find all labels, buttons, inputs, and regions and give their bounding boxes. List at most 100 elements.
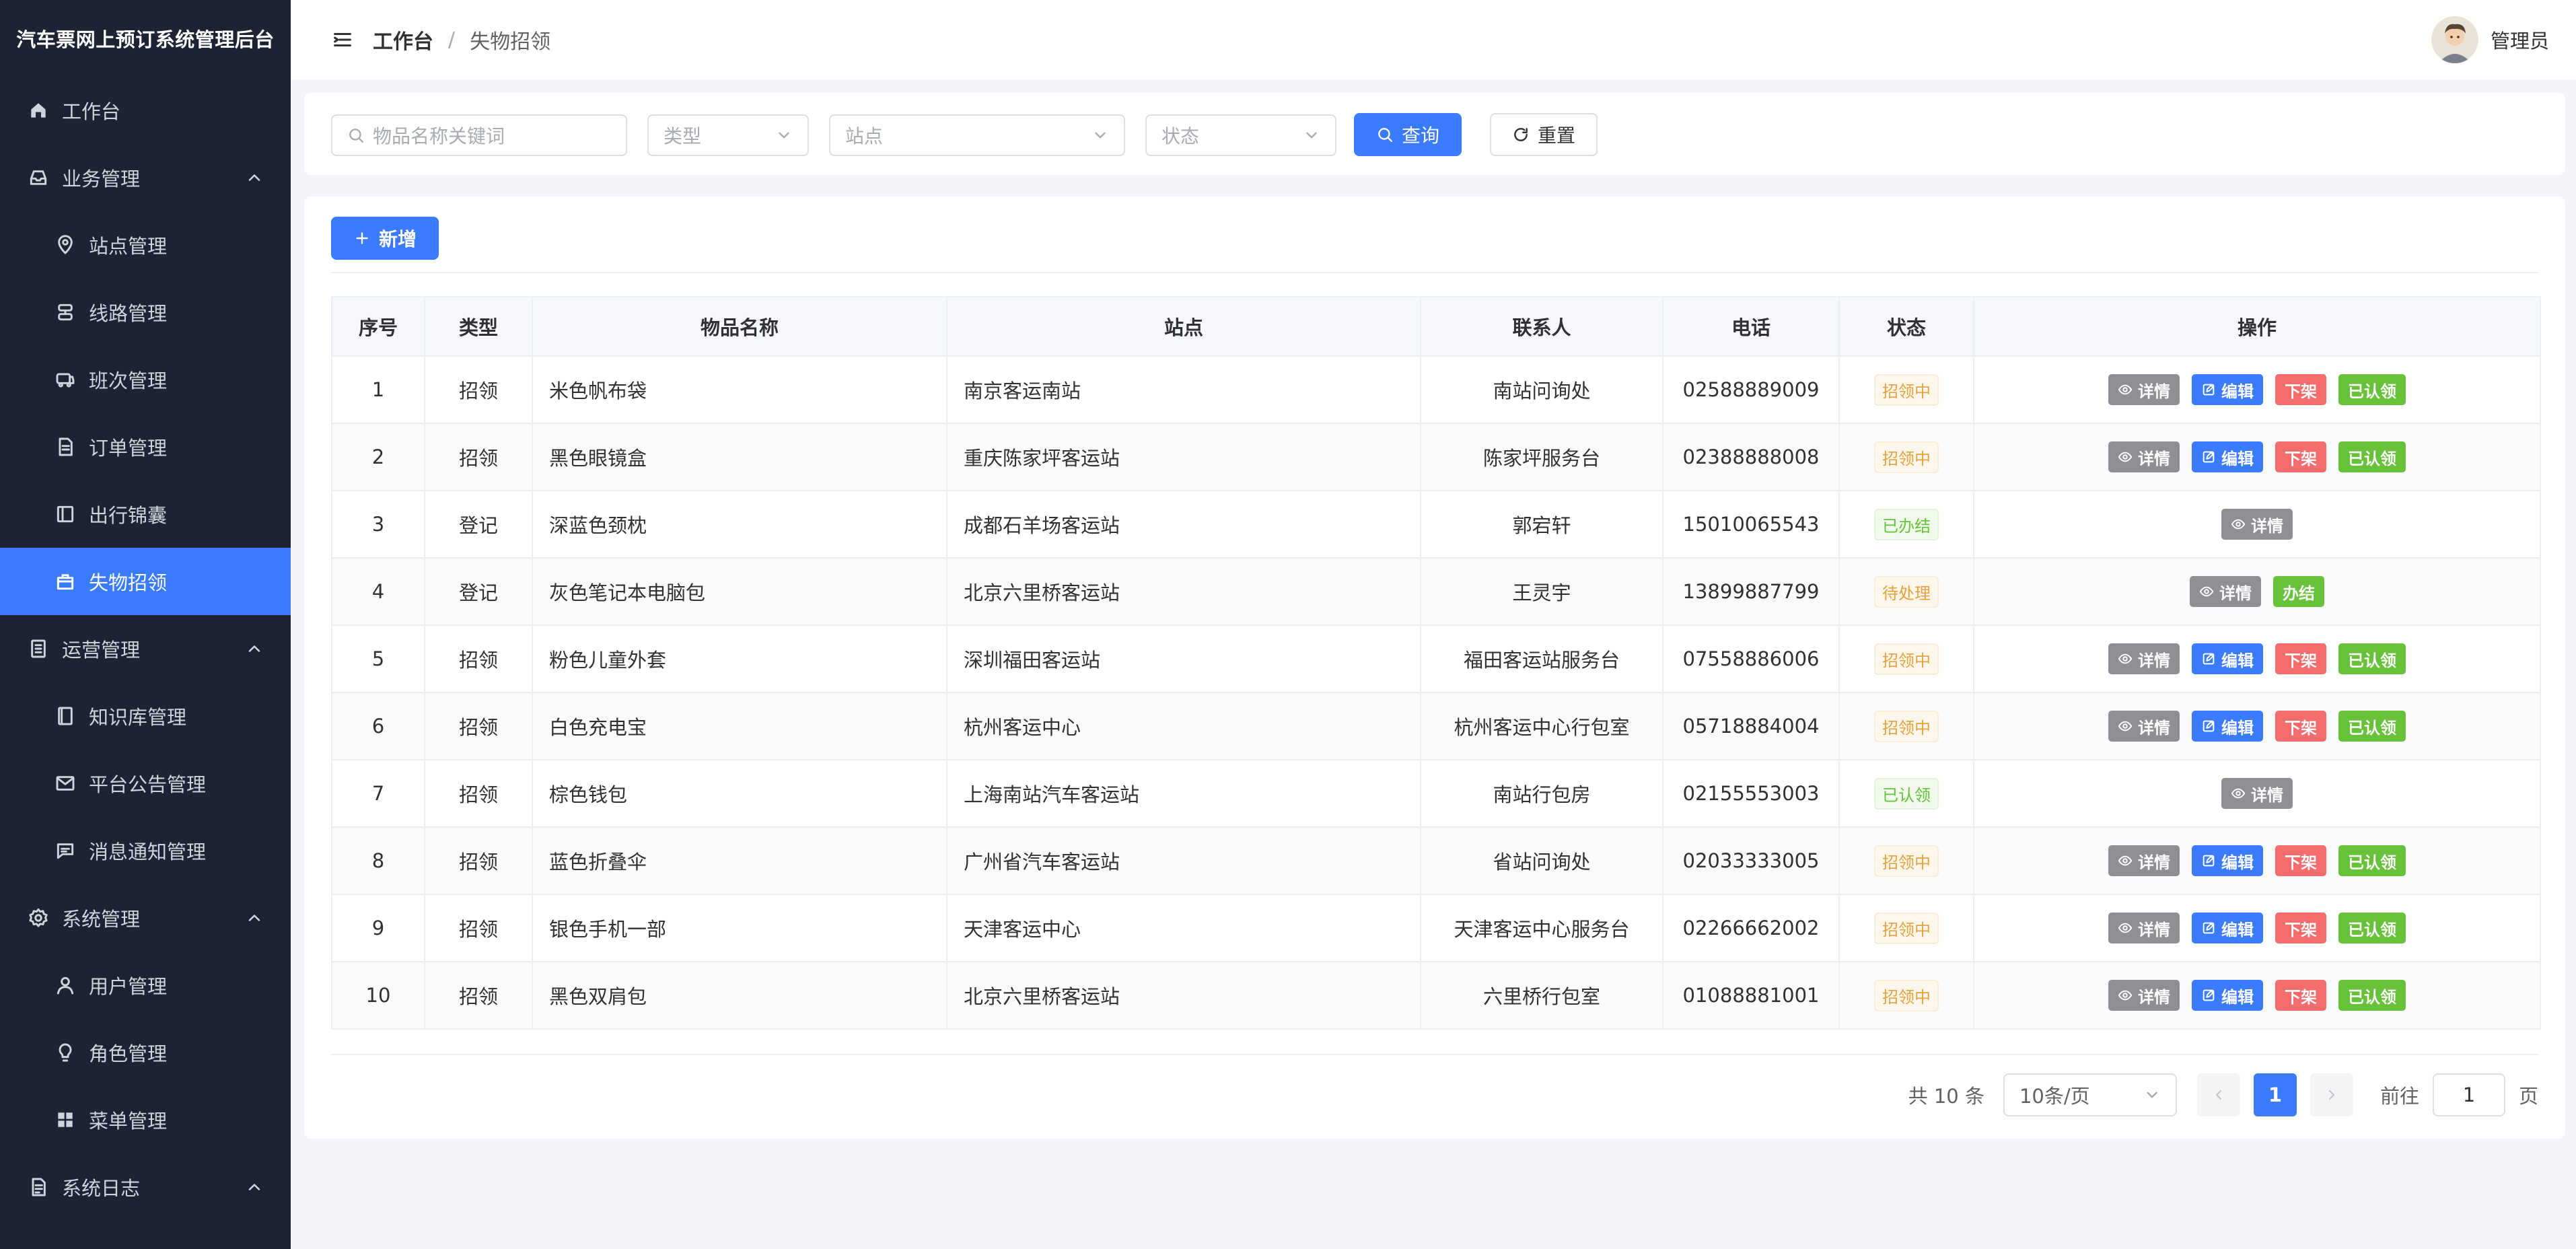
query-button-label: 查询 (1401, 124, 1439, 147)
claimed-button[interactable]: 已认领 (2338, 711, 2406, 742)
breadcrumb-home[interactable]: 工作台 (373, 25, 433, 55)
user-name[interactable]: 管理员 (2491, 26, 2549, 54)
row-status-cell: 招领中 (1838, 355, 1974, 424)
grid-icon (54, 1108, 77, 1131)
detail-button[interactable]: 详情 (2108, 913, 2180, 943)
sidebar-item[interactable]: 知识库管理 (0, 682, 291, 750)
add-button[interactable]: 新增 (331, 217, 439, 260)
prev-page-button[interactable] (2196, 1073, 2240, 1116)
type-select[interactable]: 类型 (647, 114, 809, 156)
column-header: 类型 (424, 296, 533, 357)
detail-button[interactable]: 详情 (2108, 980, 2180, 1011)
user-menu[interactable]: 管理员 (2431, 0, 2549, 79)
avatar[interactable] (2431, 16, 2478, 63)
claimed-button[interactable]: 已认领 (2338, 374, 2406, 405)
edit-button[interactable]: 编辑 (2192, 441, 2263, 472)
sidebar-item-label: 系统日志 (62, 1177, 141, 1200)
sidebar-item[interactable]: 消息通知管理 (0, 817, 291, 884)
action-label: 详情 (2219, 583, 2252, 603)
sidebar-item[interactable]: 班次管理 (0, 346, 291, 413)
sidebar-item[interactable]: 站点管理 (0, 211, 291, 279)
edit-button[interactable]: 编辑 (2192, 980, 2263, 1011)
edit-icon (2203, 989, 2215, 1001)
sidebar-item[interactable]: 用户管理 (0, 952, 291, 1019)
status-badge: 招领中 (1874, 441, 1939, 473)
sidebar-item[interactable]: 运营管理 (0, 615, 291, 682)
action-label: 详情 (2251, 785, 2283, 805)
page-size-select[interactable]: 10条/页 (2003, 1073, 2177, 1116)
edit-button[interactable]: 编辑 (2192, 845, 2263, 876)
chevron-left-icon (2215, 1090, 2222, 1100)
sidebar-item[interactable]: 失物招领 (0, 548, 291, 615)
page-number-current[interactable]: 1 (2253, 1073, 2297, 1116)
takedown-button[interactable]: 下架 (2275, 643, 2326, 674)
row-item-name: 米色帆布袋 (532, 355, 947, 424)
takedown-button[interactable]: 下架 (2275, 711, 2326, 742)
detail-button[interactable]: 详情 (2190, 576, 2261, 607)
edit-button[interactable]: 编辑 (2192, 711, 2263, 742)
menu-toggle-icon[interactable] (331, 28, 354, 51)
chevron-down-icon (1306, 132, 1317, 139)
detail-button[interactable]: 详情 (2221, 509, 2293, 540)
pagination: 共 10 条 10条/页 1 前往 1 页 (1908, 1073, 2538, 1117)
edit-button[interactable]: 编辑 (2192, 643, 2263, 674)
row-number: 3 (331, 490, 425, 559)
table-row: 7 招领 棕色钱包 上海南站汽车客运站 南站行包房 02155553003 已认领 详情 (331, 759, 2541, 828)
takedown-button[interactable]: 下架 (2275, 374, 2326, 405)
goto-page-input[interactable]: 1 (2432, 1073, 2505, 1116)
detail-button[interactable]: 详情 (2108, 845, 2180, 876)
claimed-button[interactable]: 已认领 (2338, 441, 2406, 472)
sidebar-item[interactable]: 角色管理 (0, 1019, 291, 1086)
takedown-button[interactable]: 下架 (2275, 980, 2326, 1011)
row-station: 天津客运中心 (946, 894, 1421, 962)
detail-button[interactable]: 详情 (2108, 643, 2180, 674)
takedown-button[interactable]: 下架 (2275, 913, 2326, 943)
detail-button[interactable]: 详情 (2108, 711, 2180, 742)
status-badge: 已认领 (1874, 777, 1939, 810)
station-select[interactable]: 站点 (829, 114, 1125, 156)
query-button[interactable]: 查询 (1354, 113, 1462, 156)
reset-button[interactable]: 重置 (1490, 113, 1598, 156)
sidebar-item[interactable]: 菜单管理 (0, 1086, 291, 1153)
row-phone: 02266662002 (1662, 894, 1840, 962)
next-page-button[interactable] (2310, 1073, 2353, 1116)
takedown-button[interactable]: 下架 (2275, 845, 2326, 876)
edit-button[interactable]: 编辑 (2192, 913, 2263, 943)
sidebar-item[interactable]: 出行锦囊 (0, 480, 291, 548)
claimed-button[interactable]: 已认领 (2338, 845, 2406, 876)
action-label: 编辑 (2221, 853, 2254, 872)
row-type: 招领 (424, 894, 533, 962)
row-type: 招领 (424, 961, 533, 1030)
claimed-button[interactable]: 已认领 (2338, 643, 2406, 674)
sidebar-item[interactable]: 工作台 (0, 77, 291, 144)
status-select[interactable]: 状态 (1145, 114, 1336, 156)
detail-button[interactable]: 详情 (2108, 441, 2180, 472)
claimed-button[interactable]: 已认领 (2338, 980, 2406, 1011)
chevron-right-icon (2328, 1090, 2335, 1100)
detail-button[interactable]: 详情 (2221, 778, 2293, 809)
keyword-search-input[interactable]: 物品名称关键词 (331, 114, 627, 156)
takedown-button[interactable]: 下架 (2275, 441, 2326, 472)
row-item-name: 黑色双肩包 (532, 961, 947, 1030)
home-icon (27, 99, 50, 122)
claimed-button[interactable]: 已认领 (2338, 913, 2406, 943)
detail-button[interactable]: 详情 (2108, 374, 2180, 405)
row-station: 重庆陈家坪客运站 (946, 423, 1421, 491)
row-status-cell: 已办结 (1838, 490, 1974, 559)
sidebar-item[interactable]: 线路管理 (0, 279, 291, 346)
user-icon (54, 974, 77, 997)
sidebar-item[interactable]: 订单管理 (0, 413, 291, 480)
sidebar-item[interactable]: 业务管理 (0, 144, 291, 211)
table-row: 3 登记 深蓝色颈枕 成都石羊场客运站 郭宕轩 15010065543 已办结 详情 (331, 490, 2541, 559)
add-button-label: 新增 (378, 228, 417, 250)
row-station: 杭州客运中心 (946, 692, 1421, 760)
close-case-button[interactable]: 办结 (2273, 576, 2324, 607)
row-contact: 南站行包房 (1420, 759, 1663, 828)
sidebar-item[interactable]: 系统管理 (0, 884, 291, 952)
sidebar-item[interactable]: 系统日志 (0, 1153, 291, 1221)
eye-icon (2118, 384, 2133, 395)
book-icon (54, 705, 77, 727)
edit-button[interactable]: 编辑 (2192, 374, 2263, 405)
sidebar-item[interactable]: 平台公告管理 (0, 750, 291, 817)
action-label: 下架 (2285, 920, 2317, 939)
